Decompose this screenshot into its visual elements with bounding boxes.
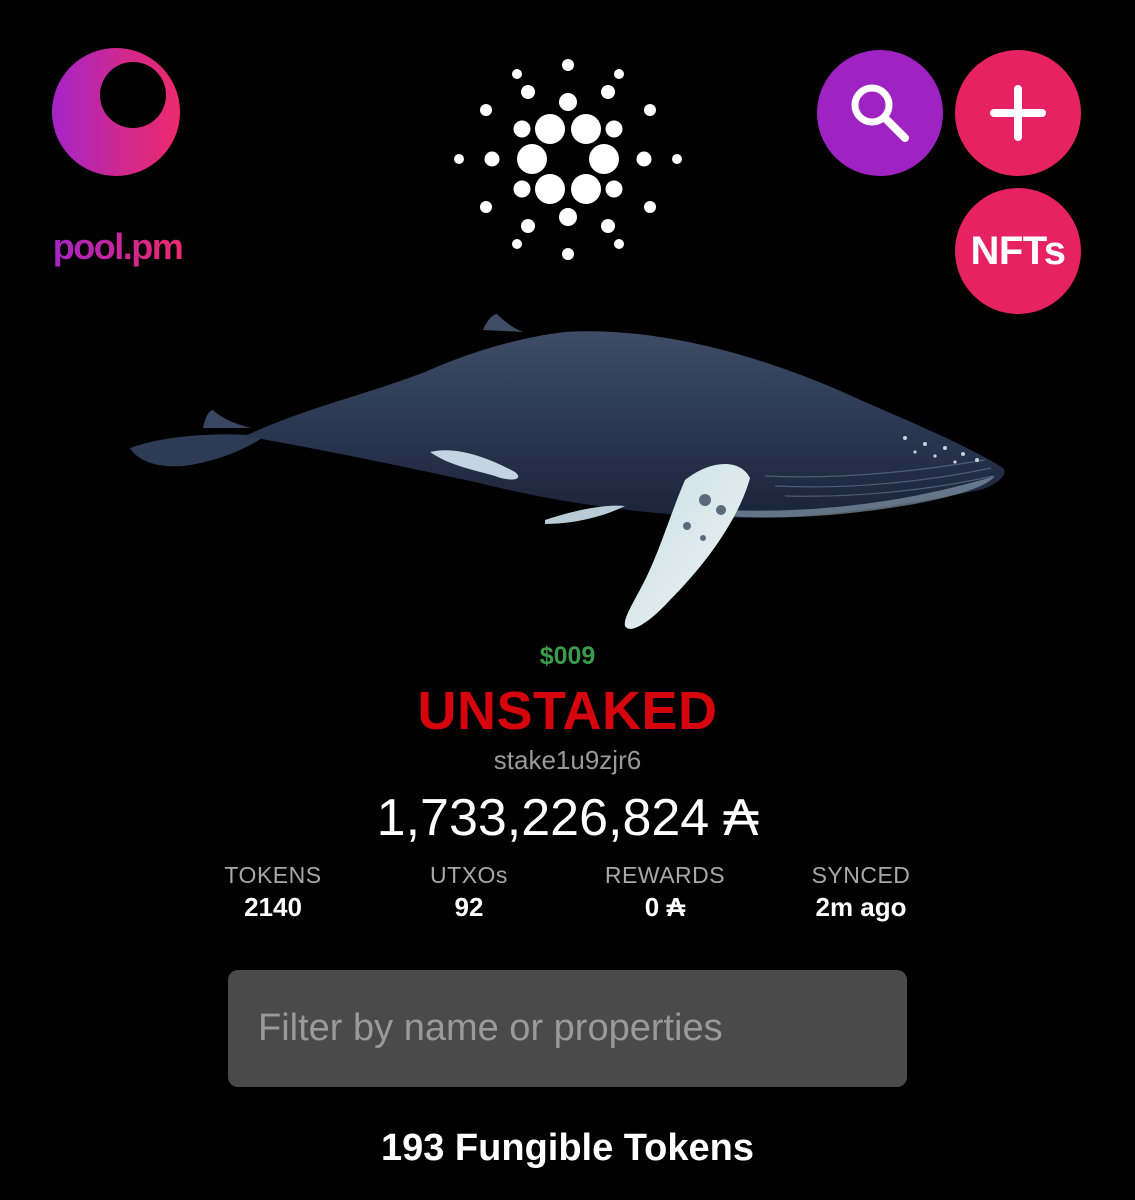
search-icon bbox=[851, 84, 909, 142]
stat-value: 92 bbox=[454, 892, 484, 922]
logo-mark bbox=[52, 48, 180, 176]
add-button[interactable] bbox=[955, 50, 1081, 176]
whale-illustration bbox=[130, 314, 1005, 629]
fungible-tokens-heading: 193 Fungible Tokens bbox=[380, 1127, 755, 1169]
stat-label: REWARDS bbox=[604, 862, 726, 888]
stat-label: TOKENS bbox=[224, 862, 322, 888]
stake-address[interactable]: stake1u9zjr6 bbox=[0, 745, 1135, 776]
stat-rewards: REWARDS 0 ₳ bbox=[565, 862, 765, 923]
stat-value: 0 ₳ bbox=[644, 892, 686, 922]
pool-pm-logo[interactable]: pool.pm bbox=[50, 48, 185, 267]
stat-synced: SYNCED 2m ago bbox=[761, 862, 961, 923]
logo-text: pool.pm bbox=[50, 226, 185, 268]
stat-utxos: UTXOs 92 bbox=[369, 862, 569, 923]
stat-tokens: TOKENS 2140 bbox=[173, 862, 373, 923]
stake-status: UNSTAKED bbox=[417, 681, 718, 741]
nfts-button-label: NFTs bbox=[970, 228, 1066, 273]
stat-value: 2140 bbox=[244, 892, 302, 922]
plus-icon bbox=[990, 85, 1046, 141]
search-button[interactable] bbox=[817, 50, 943, 176]
price-label: $009 bbox=[539, 642, 596, 670]
filter-input[interactable] bbox=[228, 970, 907, 1087]
stat-value: 2m ago bbox=[815, 892, 907, 922]
nfts-button[interactable]: NFTs bbox=[955, 188, 1081, 314]
ada-balance: 1,733,226,824 ₳ bbox=[376, 789, 759, 847]
stat-label: UTXOs bbox=[430, 862, 508, 888]
stat-label: SYNCED bbox=[811, 862, 911, 888]
cardano-icon bbox=[454, 59, 682, 260]
